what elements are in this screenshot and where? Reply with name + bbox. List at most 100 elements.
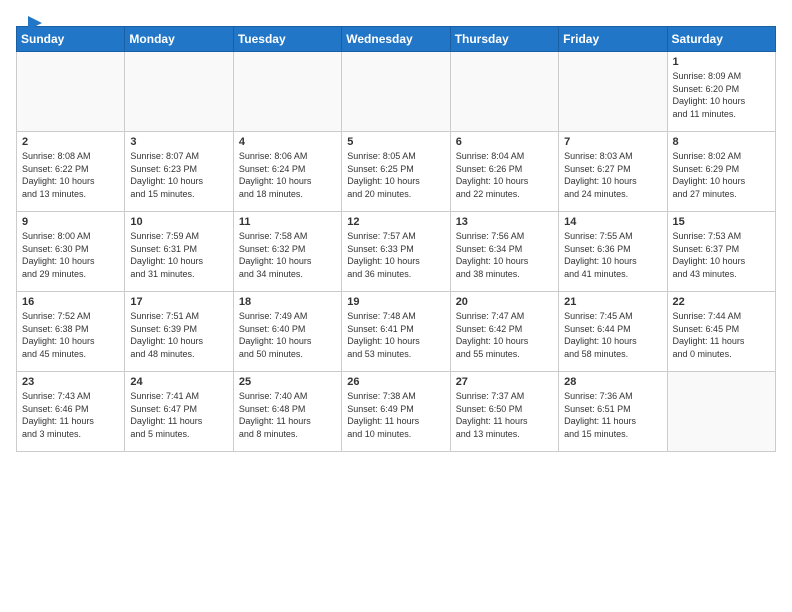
day-number: 23 bbox=[22, 376, 119, 388]
calendar-cell: 18 Sunrise: 7:49 AM Sunset: 6:40 PM Dayli… bbox=[233, 292, 341, 372]
day-number: 17 bbox=[130, 296, 227, 308]
calendar-header-row: SundayMondayTuesdayWednesdayThursdayFrid… bbox=[17, 27, 776, 52]
col-header-tuesday: Tuesday bbox=[233, 27, 341, 52]
calendar-cell: 12 Sunrise: 7:57 AM Sunset: 6:33 PM Dayli… bbox=[342, 212, 450, 292]
calendar-cell: 17 Sunrise: 7:51 AM Sunset: 6:39 PM Dayli… bbox=[125, 292, 233, 372]
day-number: 15 bbox=[673, 216, 770, 228]
day-info: Sunrise: 7:51 AM Sunset: 6:39 PM Dayligh… bbox=[130, 310, 227, 360]
day-info: Sunrise: 7:43 AM Sunset: 6:46 PM Dayligh… bbox=[22, 390, 119, 440]
calendar-cell: 4 Sunrise: 8:06 AM Sunset: 6:24 PM Daylig… bbox=[233, 132, 341, 212]
calendar-cell bbox=[125, 52, 233, 132]
day-number: 20 bbox=[456, 296, 553, 308]
calendar-cell: 24 Sunrise: 7:41 AM Sunset: 6:47 PM Dayli… bbox=[125, 372, 233, 452]
calendar-cell: 11 Sunrise: 7:58 AM Sunset: 6:32 PM Dayli… bbox=[233, 212, 341, 292]
calendar-cell: 8 Sunrise: 8:02 AM Sunset: 6:29 PM Daylig… bbox=[667, 132, 775, 212]
day-info: Sunrise: 7:57 AM Sunset: 6:33 PM Dayligh… bbox=[347, 230, 444, 280]
day-info: Sunrise: 7:58 AM Sunset: 6:32 PM Dayligh… bbox=[239, 230, 336, 280]
day-info: Sunrise: 7:37 AM Sunset: 6:50 PM Dayligh… bbox=[456, 390, 553, 440]
day-info: Sunrise: 7:56 AM Sunset: 6:34 PM Dayligh… bbox=[456, 230, 553, 280]
calendar-week-row-4: 16 Sunrise: 7:52 AM Sunset: 6:38 PM Dayli… bbox=[17, 292, 776, 372]
day-info: Sunrise: 8:03 AM Sunset: 6:27 PM Dayligh… bbox=[564, 150, 661, 200]
day-number: 26 bbox=[347, 376, 444, 388]
day-info: Sunrise: 7:40 AM Sunset: 6:48 PM Dayligh… bbox=[239, 390, 336, 440]
day-info: Sunrise: 7:44 AM Sunset: 6:45 PM Dayligh… bbox=[673, 310, 770, 360]
day-number: 1 bbox=[673, 56, 770, 68]
day-number: 18 bbox=[239, 296, 336, 308]
day-info: Sunrise: 8:04 AM Sunset: 6:26 PM Dayligh… bbox=[456, 150, 553, 200]
calendar-cell: 9 Sunrise: 8:00 AM Sunset: 6:30 PM Daylig… bbox=[17, 212, 125, 292]
calendar-table: SundayMondayTuesdayWednesdayThursdayFrid… bbox=[16, 26, 776, 452]
day-number: 6 bbox=[456, 136, 553, 148]
day-info: Sunrise: 7:36 AM Sunset: 6:51 PM Dayligh… bbox=[564, 390, 661, 440]
day-number: 25 bbox=[239, 376, 336, 388]
day-info: Sunrise: 8:08 AM Sunset: 6:22 PM Dayligh… bbox=[22, 150, 119, 200]
day-info: Sunrise: 7:53 AM Sunset: 6:37 PM Dayligh… bbox=[673, 230, 770, 280]
calendar-week-row-3: 9 Sunrise: 8:00 AM Sunset: 6:30 PM Daylig… bbox=[17, 212, 776, 292]
day-info: Sunrise: 8:00 AM Sunset: 6:30 PM Dayligh… bbox=[22, 230, 119, 280]
day-number: 12 bbox=[347, 216, 444, 228]
day-info: Sunrise: 7:49 AM Sunset: 6:40 PM Dayligh… bbox=[239, 310, 336, 360]
col-header-friday: Friday bbox=[559, 27, 667, 52]
day-info: Sunrise: 8:07 AM Sunset: 6:23 PM Dayligh… bbox=[130, 150, 227, 200]
col-header-saturday: Saturday bbox=[667, 27, 775, 52]
calendar-cell bbox=[233, 52, 341, 132]
day-number: 14 bbox=[564, 216, 661, 228]
calendar-cell bbox=[450, 52, 558, 132]
calendar-cell: 25 Sunrise: 7:40 AM Sunset: 6:48 PM Dayli… bbox=[233, 372, 341, 452]
calendar-cell: 14 Sunrise: 7:55 AM Sunset: 6:36 PM Dayli… bbox=[559, 212, 667, 292]
calendar-cell: 23 Sunrise: 7:43 AM Sunset: 6:46 PM Dayli… bbox=[17, 372, 125, 452]
col-header-monday: Monday bbox=[125, 27, 233, 52]
calendar-cell: 22 Sunrise: 7:44 AM Sunset: 6:45 PM Dayli… bbox=[667, 292, 775, 372]
day-info: Sunrise: 8:02 AM Sunset: 6:29 PM Dayligh… bbox=[673, 150, 770, 200]
calendar-cell: 20 Sunrise: 7:47 AM Sunset: 6:42 PM Dayli… bbox=[450, 292, 558, 372]
day-number: 13 bbox=[456, 216, 553, 228]
col-header-thursday: Thursday bbox=[450, 27, 558, 52]
calendar-cell: 28 Sunrise: 7:36 AM Sunset: 6:51 PM Dayli… bbox=[559, 372, 667, 452]
day-info: Sunrise: 8:05 AM Sunset: 6:25 PM Dayligh… bbox=[347, 150, 444, 200]
day-info: Sunrise: 7:52 AM Sunset: 6:38 PM Dayligh… bbox=[22, 310, 119, 360]
calendar-cell: 5 Sunrise: 8:05 AM Sunset: 6:25 PM Daylig… bbox=[342, 132, 450, 212]
calendar-cell bbox=[342, 52, 450, 132]
col-header-wednesday: Wednesday bbox=[342, 27, 450, 52]
calendar-cell bbox=[667, 372, 775, 452]
calendar-week-row-5: 23 Sunrise: 7:43 AM Sunset: 6:46 PM Dayli… bbox=[17, 372, 776, 452]
calendar-cell: 19 Sunrise: 7:48 AM Sunset: 6:41 PM Dayli… bbox=[342, 292, 450, 372]
day-number: 24 bbox=[130, 376, 227, 388]
day-number: 22 bbox=[673, 296, 770, 308]
calendar-cell: 2 Sunrise: 8:08 AM Sunset: 6:22 PM Daylig… bbox=[17, 132, 125, 212]
day-number: 4 bbox=[239, 136, 336, 148]
day-number: 7 bbox=[564, 136, 661, 148]
day-number: 27 bbox=[456, 376, 553, 388]
logo-triangle-icon bbox=[28, 16, 42, 30]
col-header-sunday: Sunday bbox=[17, 27, 125, 52]
day-number: 11 bbox=[239, 216, 336, 228]
calendar-cell: 13 Sunrise: 7:56 AM Sunset: 6:34 PM Dayli… bbox=[450, 212, 558, 292]
calendar-cell: 7 Sunrise: 8:03 AM Sunset: 6:27 PM Daylig… bbox=[559, 132, 667, 212]
day-info: Sunrise: 7:41 AM Sunset: 6:47 PM Dayligh… bbox=[130, 390, 227, 440]
day-number: 5 bbox=[347, 136, 444, 148]
day-number: 19 bbox=[347, 296, 444, 308]
day-number: 9 bbox=[22, 216, 119, 228]
day-number: 3 bbox=[130, 136, 227, 148]
day-number: 28 bbox=[564, 376, 661, 388]
day-number: 16 bbox=[22, 296, 119, 308]
day-info: Sunrise: 7:47 AM Sunset: 6:42 PM Dayligh… bbox=[456, 310, 553, 360]
day-info: Sunrise: 7:59 AM Sunset: 6:31 PM Dayligh… bbox=[130, 230, 227, 280]
calendar-cell: 1 Sunrise: 8:09 AM Sunset: 6:20 PM Daylig… bbox=[667, 52, 775, 132]
calendar-cell: 16 Sunrise: 7:52 AM Sunset: 6:38 PM Dayli… bbox=[17, 292, 125, 372]
calendar-cell bbox=[17, 52, 125, 132]
day-info: Sunrise: 8:06 AM Sunset: 6:24 PM Dayligh… bbox=[239, 150, 336, 200]
day-number: 8 bbox=[673, 136, 770, 148]
day-info: Sunrise: 7:48 AM Sunset: 6:41 PM Dayligh… bbox=[347, 310, 444, 360]
day-number: 2 bbox=[22, 136, 119, 148]
calendar-cell: 10Sunrise: 7:59 AM Sunset: 6:31 PM Dayli… bbox=[125, 212, 233, 292]
day-info: Sunrise: 7:55 AM Sunset: 6:36 PM Dayligh… bbox=[564, 230, 661, 280]
calendar-cell bbox=[559, 52, 667, 132]
day-info: Sunrise: 8:09 AM Sunset: 6:20 PM Dayligh… bbox=[673, 70, 770, 120]
calendar-cell: 15 Sunrise: 7:53 AM Sunset: 6:37 PM Dayli… bbox=[667, 212, 775, 292]
calendar-cell: 26 Sunrise: 7:38 AM Sunset: 6:49 PM Dayli… bbox=[342, 372, 450, 452]
calendar-week-row-1: 1 Sunrise: 8:09 AM Sunset: 6:20 PM Daylig… bbox=[17, 52, 776, 132]
calendar-week-row-2: 2 Sunrise: 8:08 AM Sunset: 6:22 PM Daylig… bbox=[17, 132, 776, 212]
day-number: 21 bbox=[564, 296, 661, 308]
day-info: Sunrise: 7:38 AM Sunset: 6:49 PM Dayligh… bbox=[347, 390, 444, 440]
